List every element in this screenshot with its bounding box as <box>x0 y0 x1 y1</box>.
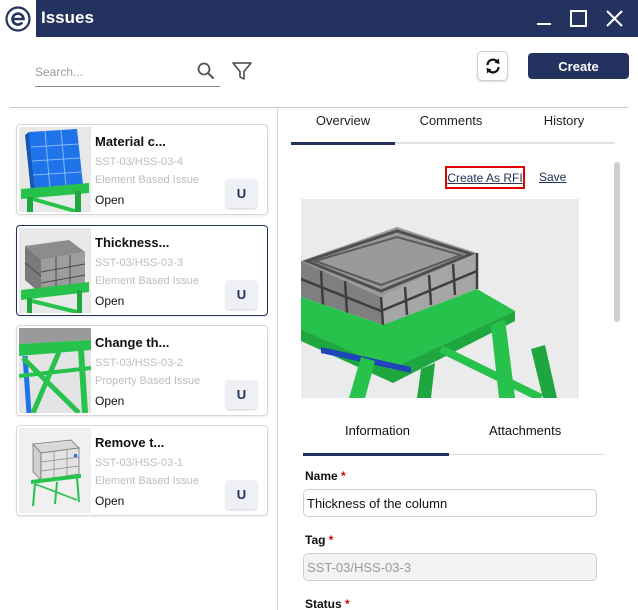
search-input[interactable] <box>35 62 185 82</box>
required-marker: * <box>328 533 334 547</box>
issue-status: Open <box>95 494 125 508</box>
name-label: Name * <box>305 469 346 483</box>
name-field[interactable] <box>303 489 597 517</box>
issue-thumbnail <box>19 228 91 313</box>
issue-tag: SST-03/HSS-03-1 <box>95 457 184 469</box>
maximize-icon[interactable] <box>567 7 589 29</box>
issue-status: Open <box>95 193 125 207</box>
tab-comments[interactable]: Comments <box>399 113 503 128</box>
header-divider <box>10 107 628 108</box>
filter-icon[interactable] <box>231 60 253 82</box>
refresh-icon <box>485 58 500 74</box>
tab-history[interactable]: History <box>512 113 616 128</box>
issue-tag: SST-03/HSS-03-3 <box>95 257 184 269</box>
minimize-icon[interactable] <box>533 7 555 29</box>
required-marker: * <box>345 597 350 610</box>
active-tab-indicator <box>291 142 395 145</box>
search-icon[interactable] <box>196 61 216 81</box>
user-badge[interactable]: U <box>226 179 257 208</box>
create-button[interactable]: Create <box>528 53 629 79</box>
required-marker: * <box>341 469 346 483</box>
name-label-text: Name <box>305 469 338 483</box>
issue-card[interactable]: Remove t... SST-03/HSS-03-1 Element Base… <box>16 425 268 516</box>
issue-title: Material c... <box>95 134 166 149</box>
issues-window: Issues Create <box>0 0 638 610</box>
issue-card[interactable]: Material c... SST-03/HSS-03-4 Element Ba… <box>16 124 268 215</box>
issue-tag: SST-03/HSS-03-2 <box>95 357 184 369</box>
user-badge[interactable]: U <box>226 280 257 309</box>
window-title: Issues <box>41 8 94 27</box>
issue-tag: SST-03/HSS-03-4 <box>95 156 184 168</box>
title-bar: Issues <box>0 0 638 37</box>
tag-field <box>303 553 597 581</box>
panel-divider <box>277 108 278 610</box>
issue-card[interactable]: Thickness... SST-03/HSS-03-3 Element Bas… <box>16 225 268 316</box>
issue-thumbnail <box>19 127 91 212</box>
active-subtab-indicator <box>303 453 449 456</box>
issue-title: Change th... <box>95 335 170 350</box>
app-logo-icon <box>0 0 36 37</box>
tab-overview[interactable]: Overview <box>291 113 395 128</box>
status-label: Status * <box>305 597 350 610</box>
user-badge[interactable]: U <box>226 380 257 409</box>
refresh-button[interactable] <box>477 51 508 81</box>
tag-label-text: Tag <box>305 533 326 547</box>
search-box <box>35 58 220 87</box>
save-link[interactable]: Save <box>539 170 566 184</box>
issue-type: Element Based Issue <box>95 475 199 487</box>
issue-type: Element Based Issue <box>95 275 199 287</box>
issue-status: Open <box>95 294 125 308</box>
status-label-text: Status <box>305 597 342 610</box>
issue-type: Element Based Issue <box>95 174 199 186</box>
issue-title: Remove t... <box>95 435 165 450</box>
tag-label: Tag * <box>305 533 333 547</box>
subtab-information[interactable]: Information <box>345 423 410 438</box>
issue-model-preview <box>301 199 579 398</box>
issue-thumbnail <box>19 428 91 513</box>
close-icon[interactable] <box>603 7 625 29</box>
subtab-attachments[interactable]: Attachments <box>489 423 561 438</box>
issue-title: Thickness... <box>95 235 170 250</box>
issue-type: Property Based Issue <box>95 375 201 387</box>
user-badge[interactable]: U <box>226 480 257 509</box>
create-as-rfi-link[interactable]: Create As RFI <box>445 166 525 189</box>
issue-thumbnail <box>19 328 91 413</box>
issue-status: Open <box>95 394 125 408</box>
vertical-scrollbar[interactable] <box>614 162 620 322</box>
issue-card[interactable]: Change th... SST-03/HSS-03-2 Property Ba… <box>16 325 268 416</box>
